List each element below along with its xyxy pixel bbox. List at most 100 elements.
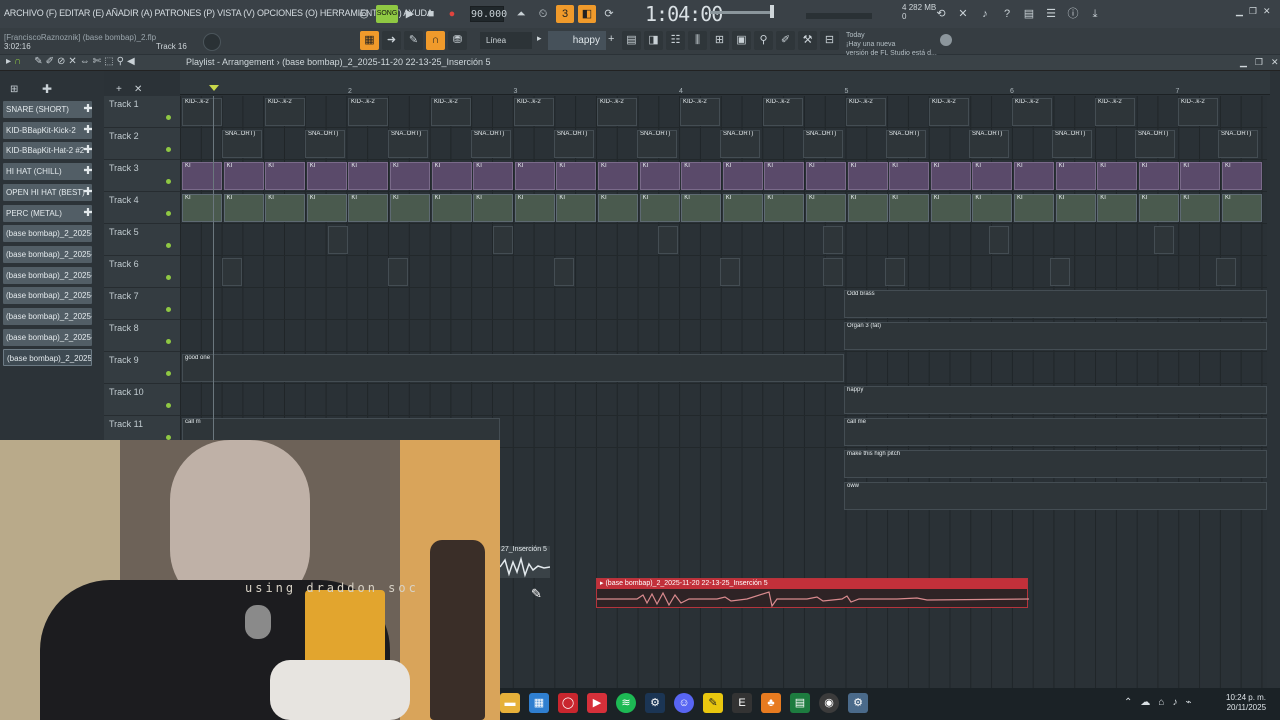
track-header[interactable]: Track 4 — [104, 192, 180, 224]
channel-rack-icon[interactable]: ☷ — [666, 31, 685, 50]
audio-clip-small[interactable]: 27_Inserción 5 — [500, 546, 550, 578]
track-header[interactable]: Track 9 — [104, 352, 180, 384]
countdown-icon[interactable]: 3 — [556, 5, 574, 23]
audio-clip-recording[interactable]: ▸ (base bombap)_2_2025-11-20 22-13-25_In… — [596, 578, 1029, 608]
pattern-clip[interactable] — [658, 226, 678, 254]
playlist-minimize-icon[interactable]: ▁ — [1240, 57, 1247, 68]
pattern-selector-icon[interactable]: ▦ — [360, 31, 379, 50]
sheets-icon[interactable]: ▤ — [790, 693, 810, 713]
pattern-clip[interactable]: KID-..k-2 — [1178, 98, 1218, 126]
step-edit-icon[interactable]: ◧ — [578, 5, 596, 23]
pattern-item[interactable]: OPEN HI HAT (BEST) ✚ — [3, 183, 92, 201]
pattern-clip[interactable]: SNA..ORT) — [720, 130, 760, 158]
playlist-close-icon[interactable]: ✕ — [1271, 57, 1279, 68]
pattern-clip[interactable]: KI — [847, 194, 888, 222]
metronome-icon[interactable]: ⏶ — [512, 5, 530, 23]
track-mute-dot[interactable] — [166, 115, 171, 120]
pattern-clip[interactable] — [720, 258, 740, 286]
pattern-clip[interactable] — [989, 226, 1009, 254]
pattern-add-icon[interactable]: ✚ — [42, 82, 52, 96]
snap-magnet-icon[interactable]: ∩ — [426, 31, 445, 50]
pencil-tool-icon[interactable]: ✎ — [34, 56, 42, 67]
pattern-clip[interactable]: KI — [514, 162, 555, 190]
microphone-icon[interactable]: ♪ — [976, 5, 994, 23]
pattern-clip[interactable]: KI — [930, 162, 971, 190]
track-header[interactable]: Track 5 — [104, 224, 180, 256]
help-icon[interactable]: ? — [998, 5, 1016, 23]
pattern-picker[interactable]: happy — [548, 31, 606, 50]
track-header[interactable]: Track 2 — [104, 128, 180, 160]
pattern-item[interactable]: KID-BBapKit-Hat-2 #2 ✚ — [3, 142, 92, 160]
pattern-clip[interactable]: KI — [223, 162, 264, 190]
pattern-plus-icon[interactable]: ✚ — [83, 142, 92, 159]
mute-tool-icon[interactable]: ✕ — [68, 56, 76, 67]
pattern-item[interactable]: (base bombap)_2_2025-... — [3, 308, 92, 325]
pattern-clip[interactable]: KI — [473, 162, 514, 190]
pattern-clip[interactable]: make this high pitch — [844, 450, 1267, 478]
zoom-tool-icon[interactable]: ⚲ — [117, 56, 124, 67]
pattern-clip[interactable]: KID-..k-2 — [763, 98, 803, 126]
pattern-clip[interactable] — [222, 258, 242, 286]
add-pattern-icon[interactable]: + — [608, 33, 614, 45]
fl-studio-icon[interactable]: ♣ — [761, 693, 781, 713]
pattern-clip[interactable]: KID-..k-2 — [597, 98, 637, 126]
slice-tool-icon[interactable]: ✄ — [93, 56, 101, 67]
track-mute-dot[interactable] — [166, 403, 171, 408]
track-header[interactable]: Track 10 — [104, 384, 180, 416]
pattern-clip[interactable]: KI — [681, 162, 722, 190]
pattern-item[interactable]: (base bombap)_2_2025-... — [3, 328, 92, 346]
pattern-clip[interactable]: KI — [348, 162, 389, 190]
paint-tool-icon[interactable]: ✐ — [46, 56, 54, 67]
tempo-display[interactable]: 90.000 — [470, 6, 507, 22]
pattern-clip[interactable]: KI — [1222, 162, 1262, 190]
epic-games-icon[interactable]: E — [732, 693, 752, 713]
pattern-clip[interactable]: SNA..ORT) — [1218, 130, 1258, 158]
track-header[interactable]: Track 1 — [104, 96, 180, 128]
playlist-maximize-icon[interactable]: ❐ — [1255, 57, 1263, 68]
pattern-clip[interactable]: KI — [1097, 162, 1138, 190]
snap-selector[interactable]: Línea — [480, 32, 532, 49]
wait-input-icon[interactable]: ⏲ — [534, 5, 552, 23]
pattern-clip[interactable]: SNA..ORT) — [803, 130, 843, 158]
pattern-clip[interactable]: KI — [1180, 162, 1221, 190]
pattern-clip[interactable]: KI — [306, 162, 347, 190]
opera-icon[interactable]: ◯ — [558, 693, 578, 713]
pattern-clip[interactable]: KID-..k-2 — [265, 98, 305, 126]
pattern-item[interactable]: (base bombap)_2_2025-... — [3, 266, 92, 284]
download-icon[interactable]: ⤓ — [1086, 5, 1104, 23]
loop-record-icon[interactable]: ⟳ — [600, 5, 618, 23]
pattern-clip[interactable]: KI — [806, 162, 846, 190]
pattern-clip[interactable]: KI — [182, 194, 222, 222]
pattern-clip[interactable]: KI — [681, 194, 722, 222]
system-clock[interactable]: 10:24 p. m. 20/11/2025 — [1226, 693, 1266, 713]
pattern-clip[interactable]: SNA..ORT) — [886, 130, 926, 158]
pattern-clip[interactable]: KI — [639, 194, 680, 222]
pattern-clip[interactable]: KI — [764, 194, 805, 222]
track-header[interactable]: Track 8 — [104, 320, 180, 352]
pattern-clip[interactable] — [885, 258, 905, 286]
mixer-view-icon[interactable]: ⫼ — [688, 31, 707, 50]
delete-tool-icon[interactable]: ⊘ — [57, 56, 65, 67]
pattern-clip[interactable]: KI — [1138, 194, 1179, 222]
tools-icon[interactable]: ✐ — [776, 31, 795, 50]
close-icon[interactable]: ✕ — [1263, 6, 1271, 17]
pattern-item[interactable]: KID-BBapKit-Kick-2 ✚ — [3, 121, 92, 139]
pattern-clip[interactable]: SNA..ORT) — [1135, 130, 1175, 158]
pattern-clip[interactable]: KI — [598, 162, 638, 190]
timeline-ruler[interactable] — [180, 71, 1270, 95]
info-icon[interactable]: ⓘ — [1064, 5, 1082, 23]
pattern-clip[interactable]: happy — [844, 386, 1267, 414]
pattern-plus-icon[interactable]: ✚ — [83, 184, 92, 201]
pattern-clip[interactable]: KI — [390, 194, 430, 222]
plugin-icon[interactable]: ⚲ — [754, 31, 773, 50]
pattern-clip[interactable]: KID-..k-2 — [1012, 98, 1052, 126]
settings-icon[interactable]: ⚙ — [848, 693, 868, 713]
pattern-clip[interactable]: Odd brass — [844, 290, 1267, 318]
pattern-clip[interactable]: SNA..ORT) — [471, 130, 511, 158]
pattern-clip[interactable]: KID-..k-2 — [929, 98, 969, 126]
pattern-clip[interactable]: KI — [306, 194, 347, 222]
stop-icon[interactable]: ■ — [422, 5, 440, 23]
sticky-notes-icon[interactable]: ✎ — [703, 693, 723, 713]
track-header[interactable]: Track 3 — [104, 160, 180, 192]
pattern-clip[interactable] — [823, 226, 843, 254]
